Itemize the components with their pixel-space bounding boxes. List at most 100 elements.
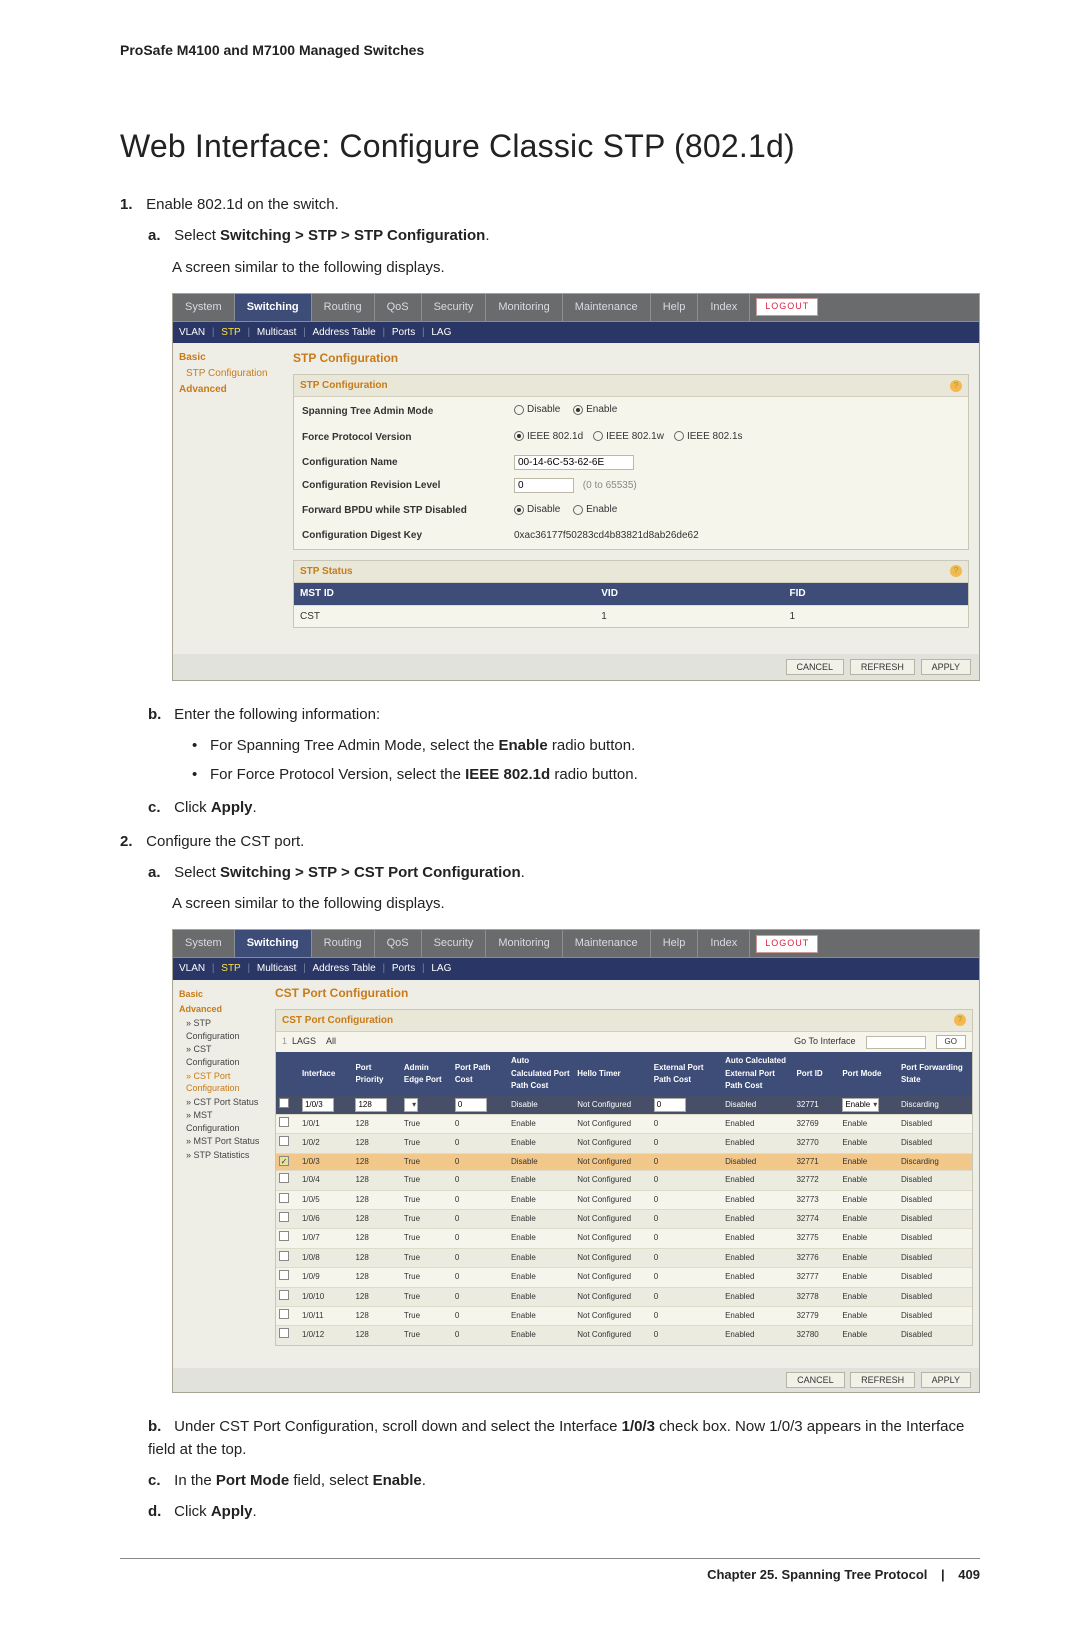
tab-security[interactable]: Security — [422, 294, 487, 321]
subtab-vlan[interactable]: VLAN — [179, 327, 205, 338]
row-checkbox[interactable]: ✓ — [279, 1156, 289, 1166]
subtab-multicast[interactable]: Multicast — [257, 327, 296, 338]
tab-security[interactable]: Security — [422, 930, 487, 957]
subtab-lag[interactable]: LAG — [431, 963, 451, 974]
radio-proto-1[interactable]: IEEE 802.1w — [593, 429, 664, 445]
go-button[interactable]: GO — [936, 1035, 966, 1049]
edit-cost[interactable]: 0 — [455, 1098, 487, 1112]
logout-button[interactable]: LOGOUT — [756, 935, 818, 953]
subtab-address-table[interactable]: Address Table — [313, 963, 376, 974]
sidenav-item-mst-port-status[interactable]: » MST Port Status — [186, 1135, 263, 1148]
subtab-address-table[interactable]: Address Table — [313, 327, 376, 338]
cell: Disabled — [722, 1153, 793, 1170]
toolbar-all[interactable]: All — [326, 1035, 336, 1049]
cell: Not Configured — [574, 1153, 650, 1170]
radio-admin-enable[interactable]: Enable — [573, 402, 617, 418]
cell: Not Configured — [574, 1209, 650, 1228]
tab-switching[interactable]: Switching — [235, 294, 312, 321]
toolbar-lags[interactable]: 1 LAGS — [282, 1035, 316, 1049]
tab-switching[interactable]: Switching — [235, 930, 312, 957]
cell: Enable — [508, 1134, 574, 1153]
edit-edge[interactable] — [404, 1098, 418, 1112]
row-checkbox[interactable] — [279, 1290, 289, 1300]
subtab-ports[interactable]: Ports — [392, 327, 415, 338]
refresh-button[interactable]: REFRESH — [850, 1372, 915, 1388]
row-checkbox[interactable] — [279, 1270, 289, 1280]
edit-port-mode[interactable]: Enable — [842, 1098, 879, 1112]
cell: 128 — [352, 1306, 400, 1325]
checkbox-all[interactable] — [279, 1098, 289, 1108]
cell: Enable — [839, 1209, 898, 1228]
radio-proto-0[interactable]: IEEE 802.1d — [514, 429, 583, 445]
subtab-ports[interactable]: Ports — [392, 963, 415, 974]
radio-proto-2[interactable]: IEEE 802.1s — [674, 429, 743, 445]
row-checkbox[interactable] — [279, 1173, 289, 1183]
input-rev-level[interactable] — [514, 478, 574, 493]
subtab-stp[interactable]: STP — [221, 963, 240, 974]
sidenav-basic[interactable]: Basic — [179, 988, 263, 1001]
row-checkbox[interactable] — [279, 1212, 289, 1222]
edit-ext-cost[interactable]: 0 — [654, 1098, 686, 1112]
cell: 0 — [651, 1326, 722, 1345]
apply-button[interactable]: APPLY — [921, 659, 971, 675]
apply-button[interactable]: APPLY — [921, 1372, 971, 1388]
cell: 32769 — [793, 1114, 839, 1133]
main-tabs: SystemSwitchingRoutingQoSSecurityMonitor… — [173, 930, 979, 958]
tab-help[interactable]: Help — [651, 930, 699, 957]
sidenav-basic[interactable]: Basic — [179, 351, 279, 365]
tab-maintenance[interactable]: Maintenance — [563, 294, 651, 321]
tab-routing[interactable]: Routing — [312, 294, 375, 321]
row-checkbox[interactable] — [279, 1136, 289, 1146]
radio-bpdu-disable[interactable]: Disable — [514, 502, 560, 518]
sidenav-advanced[interactable]: Advanced — [179, 383, 279, 397]
help-icon[interactable]: ? — [950, 565, 962, 577]
tab-qos[interactable]: QoS — [375, 294, 422, 321]
tab-qos[interactable]: QoS — [375, 930, 422, 957]
step1a-pre: Select — [174, 227, 220, 244]
edit-interface[interactable]: 1/0/3 — [302, 1098, 334, 1112]
row-checkbox[interactable] — [279, 1117, 289, 1127]
sidenav-item-cst-port-status[interactable]: » CST Port Status — [186, 1096, 263, 1109]
subtab-multicast[interactable]: Multicast — [257, 963, 296, 974]
cancel-button[interactable]: CANCEL — [786, 659, 845, 675]
sidenav-item-cst-port-configuration[interactable]: » CST Port Configuration — [186, 1070, 263, 1095]
subtab-stp[interactable]: STP — [221, 327, 240, 338]
sidenav-item-cst-configuration[interactable]: » CST Configuration — [186, 1043, 263, 1068]
tab-monitoring[interactable]: Monitoring — [486, 294, 562, 321]
cancel-button[interactable]: CANCEL — [786, 1372, 845, 1388]
tab-monitoring[interactable]: Monitoring — [486, 930, 562, 957]
radio-admin-disable[interactable]: Disable — [514, 402, 560, 418]
help-icon[interactable]: ? — [950, 380, 962, 392]
tab-system[interactable]: System — [173, 930, 235, 957]
tab-system[interactable]: System — [173, 294, 235, 321]
cell: 0 — [651, 1209, 722, 1228]
sidenav-item-stp-configuration[interactable]: » STP Configuration — [186, 1017, 263, 1042]
cell — [276, 1306, 299, 1325]
subtab-lag[interactable]: LAG — [431, 327, 451, 338]
cell: 0 — [651, 1153, 722, 1170]
row-checkbox[interactable] — [279, 1328, 289, 1338]
sidenav-advanced[interactable]: Advanced — [179, 1003, 263, 1016]
tab-routing[interactable]: Routing — [312, 930, 375, 957]
row-checkbox[interactable] — [279, 1193, 289, 1203]
tab-index[interactable]: Index — [698, 930, 750, 957]
tab-maintenance[interactable]: Maintenance — [563, 930, 651, 957]
tab-index[interactable]: Index — [698, 294, 750, 321]
radio-bpdu-enable[interactable]: Enable — [573, 502, 617, 518]
sidenav-item-stp-configuration[interactable]: STP Configuration — [186, 367, 279, 381]
edit-priority[interactable]: 128 — [355, 1098, 387, 1112]
input-config-name[interactable] — [514, 455, 634, 470]
label-admin-mode: Spanning Tree Admin Mode — [296, 399, 506, 423]
tab-help[interactable]: Help — [651, 294, 699, 321]
input-goto-interface[interactable] — [866, 1036, 926, 1049]
row-checkbox[interactable] — [279, 1251, 289, 1261]
logout-button[interactable]: LOGOUT — [756, 298, 818, 316]
sidenav-item-stp-statistics[interactable]: » STP Statistics — [186, 1149, 263, 1162]
sidenav-item-mst-configuration[interactable]: » MST Configuration — [186, 1109, 263, 1134]
row-checkbox[interactable] — [279, 1309, 289, 1319]
row-checkbox[interactable] — [279, 1231, 289, 1241]
help-icon[interactable]: ? — [954, 1014, 966, 1026]
refresh-button[interactable]: REFRESH — [850, 659, 915, 675]
subtab-vlan[interactable]: VLAN — [179, 963, 205, 974]
cell: Disabled — [898, 1171, 972, 1190]
